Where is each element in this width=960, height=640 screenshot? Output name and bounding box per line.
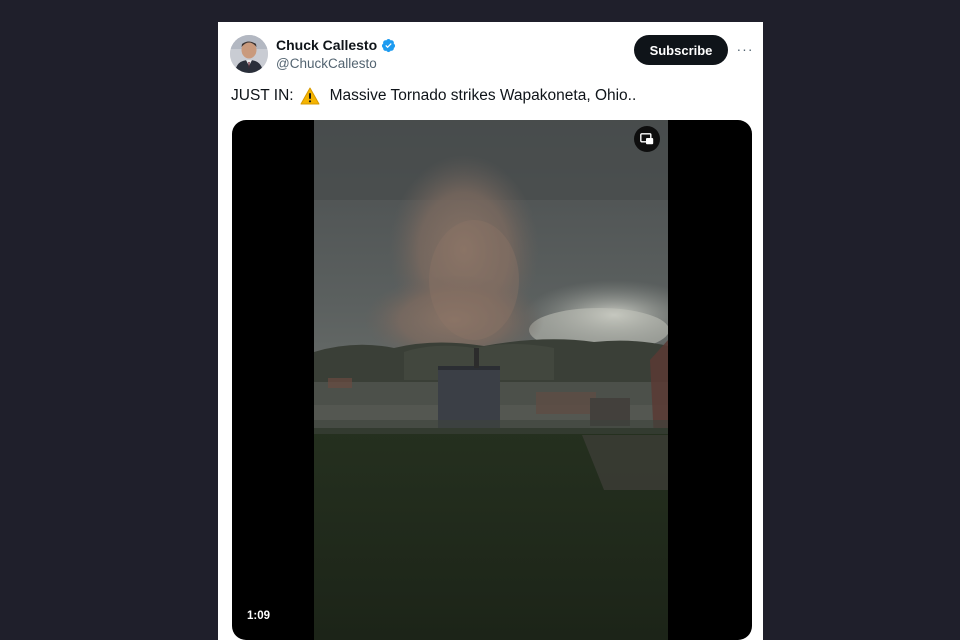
subscribe-button[interactable]: Subscribe [634, 35, 728, 65]
tweet-text: JUST IN: Massive Tornado strikes Wapakon… [231, 87, 751, 105]
verified-badge-icon [381, 38, 396, 53]
tweet-text-body: Massive Tornado strikes Wapakoneta, Ohio… [329, 87, 637, 104]
picture-in-picture-icon[interactable] [634, 126, 660, 152]
video-frame[interactable] [314, 120, 668, 640]
page-backdrop: Chuck Callesto @ChuckCallesto Subscribe … [0, 0, 960, 640]
author-handle[interactable]: @ChuckCallesto [276, 56, 377, 71]
warning-emoji-icon [300, 87, 320, 105]
video-player[interactable]: 1:09 [232, 120, 752, 640]
tweet-text-prefix: JUST IN: [231, 87, 294, 104]
author-name-row[interactable]: Chuck Callesto [276, 37, 396, 53]
video-duration-badge: 1:09 [242, 608, 276, 624]
avatar-image [230, 35, 268, 73]
video-still-image [314, 120, 668, 640]
tweet-header: Chuck Callesto @ChuckCallesto Subscribe … [218, 22, 763, 82]
tweet-card[interactable]: Chuck Callesto @ChuckCallesto Subscribe … [218, 22, 763, 640]
more-options-icon[interactable]: ··· [736, 40, 754, 58]
avatar[interactable] [230, 35, 268, 73]
author-display-name[interactable]: Chuck Callesto [276, 37, 377, 53]
